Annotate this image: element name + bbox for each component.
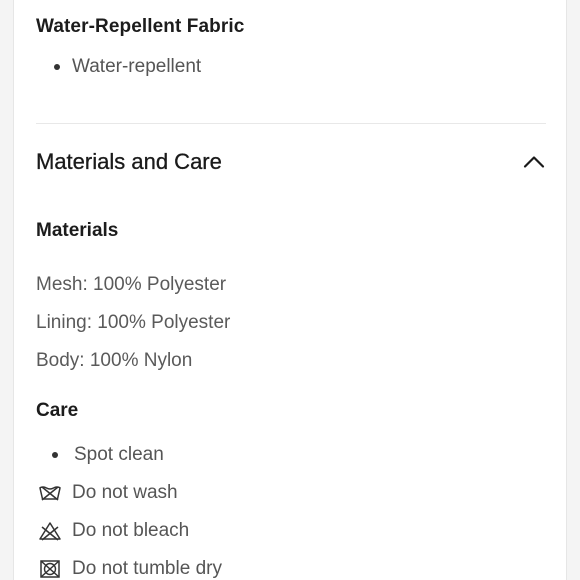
care-item: Do not bleach [38, 518, 189, 544]
chevron-up-icon[interactable] [522, 150, 546, 174]
bullet-icon [52, 452, 58, 458]
section-title: Materials and Care [36, 149, 222, 174]
material-line: Mesh: 100% Polyester [36, 274, 227, 295]
feature-title: Water-Repellent Fabric [36, 16, 245, 37]
care-item-label: Do not bleach [72, 520, 190, 541]
feature-bullet-text: Water-repellent [72, 56, 202, 77]
material-line: Body: 100% Nylon [36, 350, 193, 371]
bullet-icon [54, 64, 60, 70]
material-line: Lining: 100% Polyester [36, 312, 231, 333]
product-details-panel: Water-Repellent Fabric Water-repellent M… [13, 0, 567, 580]
care-item-label: Do not tumble dry [72, 558, 222, 579]
materials-heading: Materials [36, 220, 119, 241]
care-heading: Care [36, 400, 79, 421]
materials-and-care-toggle[interactable]: Materials and Care [36, 148, 548, 178]
care-item-label: Do not wash [72, 482, 178, 503]
care-item-label: Spot clean [74, 444, 164, 465]
care-item: Do not wash [38, 480, 178, 506]
do-not-wash-icon [39, 486, 61, 501]
section-divider [36, 123, 546, 124]
feature-bullet-item: Water-repellent [54, 54, 201, 80]
do-not-bleach-icon [39, 522, 61, 541]
do-not-tumble-dry-icon [40, 560, 60, 578]
care-item: Spot clean [52, 442, 164, 468]
care-item: Do not tumble dry [38, 556, 222, 580]
